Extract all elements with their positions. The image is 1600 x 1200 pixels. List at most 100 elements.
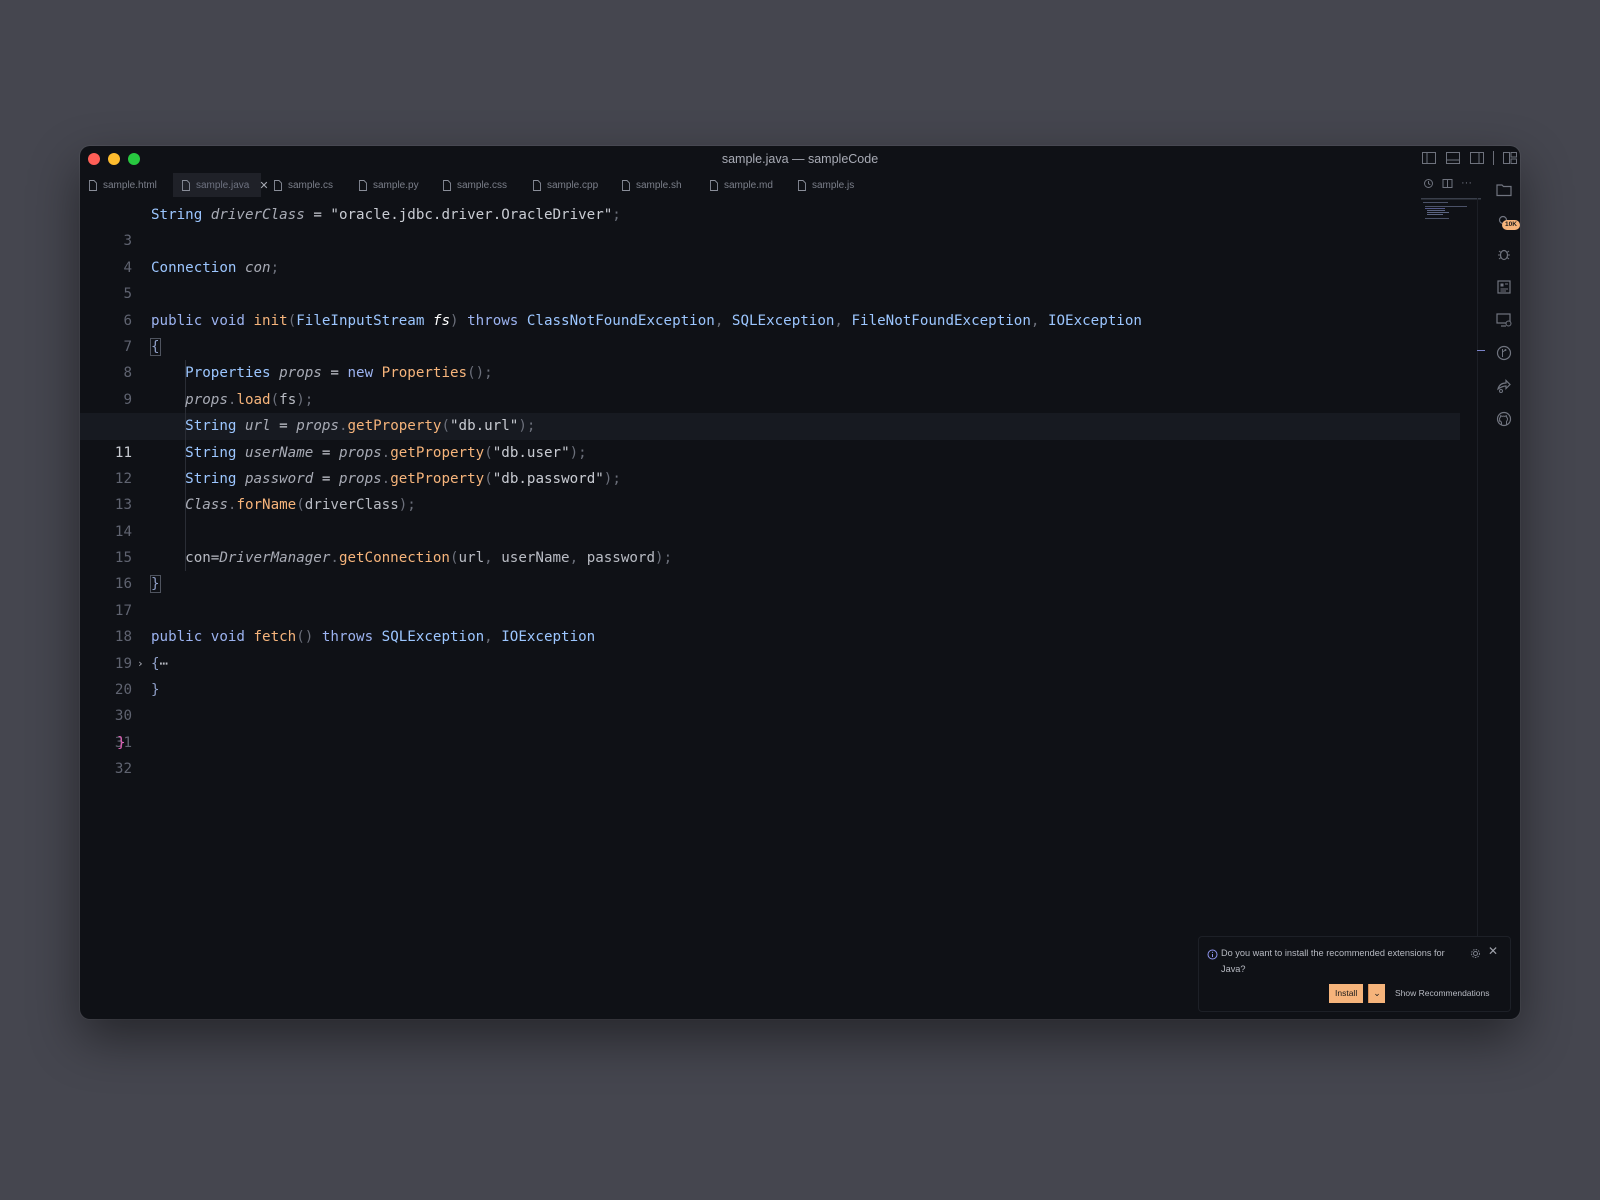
activity-bar: 10K: [1488, 172, 1520, 452]
file-icon: [798, 179, 806, 191]
line-content: }: [151, 682, 160, 699]
info-icon: [1207, 949, 1218, 960]
vertical-scrollbar[interactable]: [1477, 198, 1478, 988]
code-line: 12 String userName = props.getProperty("…: [80, 439, 1460, 487]
scroll-position-marker: [1477, 350, 1485, 351]
more-actions-icon[interactable]: ···: [1461, 178, 1472, 189]
show-recommendations-button[interactable]: Show Recommendations: [1395, 988, 1490, 998]
code-line: 16 con=DriverManager.getConnection(url, …: [80, 545, 1460, 592]
tab-label: sample.py: [373, 179, 419, 191]
line-content: {: [150, 334, 161, 360]
matched-brace: }: [150, 575, 161, 594]
layout-controls: [1421, 150, 1520, 166]
file-icon: [274, 179, 282, 191]
gear-icon[interactable]: [1470, 948, 1481, 959]
code-line: 32 }: [80, 730, 1460, 777]
code-line: 17 }: [80, 571, 1460, 619]
debug-icon[interactable]: [1494, 244, 1514, 264]
code-line: 4: [80, 228, 1460, 276]
tab-label: sample.css: [457, 179, 508, 191]
fold-chevron-right-icon[interactable]: ›: [137, 651, 144, 677]
file-icon: [359, 179, 367, 191]
code-line: 9 Properties props = new Properties();: [80, 360, 1460, 408]
extensions-icon[interactable]: [1494, 277, 1514, 297]
code-line: 13 String password = props.getProperty("…: [80, 465, 1460, 513]
code-line: 10 props.load(fs);: [80, 386, 1460, 434]
line-content: props.load(fs);: [185, 391, 314, 408]
line-number: 32: [114, 761, 132, 778]
code-line: 3 String driverClass = "oracle.jdbc.driv…: [80, 202, 1460, 249]
live-share-icon[interactable]: [1494, 376, 1514, 396]
line-content: {⋯: [151, 655, 169, 672]
layout-divider: [1493, 151, 1494, 165]
file-icon: [182, 179, 190, 191]
code-line: 14 Class.forName(driverClass);: [80, 492, 1460, 540]
code-line: 19 public void fetch() throws SQLExcepti…: [80, 624, 1460, 671]
matched-brace: {: [150, 337, 161, 356]
tab-label: sample.js: [812, 179, 855, 191]
github-icon[interactable]: [1494, 409, 1514, 429]
code-line: 5 Connection con;: [80, 255, 1460, 302]
tab-sample-cpp[interactable]: sample.cpp: [524, 173, 608, 197]
folded-ellipsis[interactable]: ⋯: [160, 656, 169, 672]
file-icon: [533, 179, 541, 191]
timeline-icon[interactable]: [1423, 178, 1434, 189]
code-line: 15: [80, 518, 1460, 566]
title-bar: sample.java — sampleCode: [80, 146, 1520, 172]
tab-bar: sample.html sample.java ✕ sample.cs samp…: [80, 172, 1473, 198]
line-content: String userName = props.getProperty("db.…: [185, 444, 587, 461]
line-content: public void fetch() throws SQLException,…: [151, 629, 596, 646]
code-line: 7 public void init(FileInputStream fs) t…: [80, 308, 1460, 355]
install-button[interactable]: Install: [1329, 984, 1364, 1003]
window-title: sample.java — sampleCode: [721, 152, 879, 166]
editor-actions: ···: [1423, 178, 1472, 189]
tab-sample-cs[interactable]: sample.cs: [265, 173, 345, 197]
line-content: public void init(FileInputStream fs) thr…: [151, 312, 1142, 329]
close-icon[interactable]: ✕: [1488, 944, 1498, 958]
source-control-icon[interactable]: [1494, 343, 1514, 363]
tab-sample-sh[interactable]: sample.sh: [613, 173, 693, 197]
line-content: Class.forName(driverClass);: [185, 497, 416, 514]
tab-sample-md[interactable]: sample.md: [701, 173, 781, 197]
code-line: 31: [80, 703, 1460, 751]
minimap[interactable]: [1421, 198, 1481, 226]
line-content: String driverClass = "oracle.jdbc.driver…: [151, 207, 621, 223]
file-icon: [622, 179, 630, 191]
customize-layout-icon[interactable]: [1502, 150, 1518, 166]
tab-label: sample.cpp: [547, 179, 599, 191]
editor-window: sample.java — sampleCode sample.html sam: [80, 146, 1520, 1019]
tab-sample-js[interactable]: sample.js: [789, 173, 869, 197]
file-icon: [710, 179, 718, 191]
tab-sample-html[interactable]: sample.html: [80, 173, 172, 197]
toggle-secondary-sidebar-icon[interactable]: [1469, 150, 1485, 166]
code-line: 6: [80, 281, 1460, 329]
line-content: }: [150, 571, 161, 597]
line-content: String password = props.getProperty("db.…: [185, 470, 621, 487]
code-line-folded: 20 › {⋯: [80, 651, 1460, 698]
tab-sample-py[interactable]: sample.py: [350, 173, 430, 197]
toggle-panel-icon[interactable]: [1445, 150, 1461, 166]
line-content: Properties props = new Properties();: [185, 365, 493, 382]
notification-message: Do you want to install the recommended e…: [1221, 948, 1445, 974]
tab-sample-java[interactable]: sample.java ✕: [173, 173, 269, 197]
file-icon: [89, 179, 97, 191]
line-content: }: [117, 734, 126, 751]
install-options-chevron-down-icon[interactable]: ⌄: [1368, 984, 1385, 1003]
line-content: Connection con;: [151, 259, 280, 276]
tab-label: sample.html: [103, 179, 157, 191]
line-content: con=DriverManager.getConnection(url, use…: [185, 550, 673, 567]
indent-guide: [185, 518, 186, 546]
tab-label: sample.cs: [288, 179, 334, 191]
toggle-primary-sidebar-icon[interactable]: [1421, 150, 1437, 166]
explorer-icon[interactable]: [1494, 180, 1514, 200]
code-line: 30 }: [80, 677, 1460, 724]
count-badge: 10K: [1502, 220, 1520, 230]
code-editor[interactable]: 3 String driverClass = "oracle.jdbc.driv…: [80, 202, 1460, 777]
file-icon: [443, 179, 451, 191]
tab-sample-css[interactable]: sample.css: [434, 173, 518, 197]
remote-explorer-icon[interactable]: [1494, 310, 1514, 330]
split-editor-icon[interactable]: [1442, 178, 1453, 189]
code-line: 18: [80, 598, 1460, 645]
tab-label: sample.sh: [636, 179, 682, 191]
code-line: 8 {: [80, 334, 1460, 381]
